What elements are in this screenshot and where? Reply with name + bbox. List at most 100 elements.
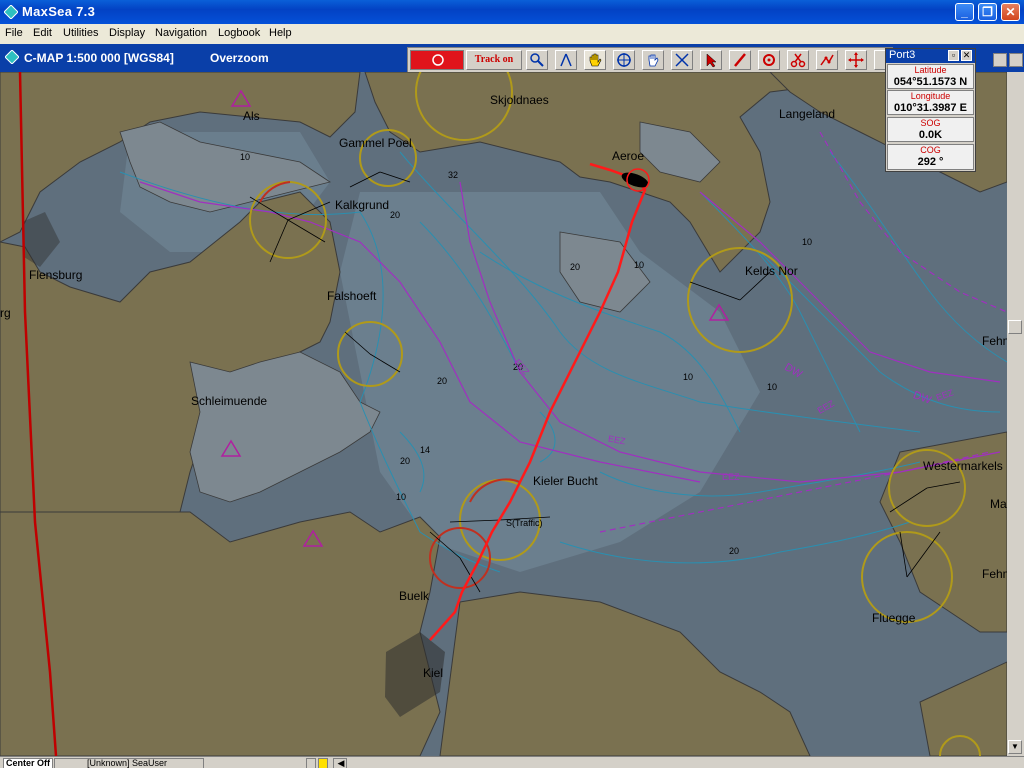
cog-cell: COG 292 °: [887, 144, 974, 170]
port3-close-button[interactable]: ✕: [961, 50, 972, 61]
close-button[interactable]: ✕: [1001, 3, 1020, 21]
track-on-button[interactable]: Track on: [466, 50, 522, 70]
label-kalkgrund: Kalkgrund: [335, 198, 390, 212]
port3-panel: Port3 ▫ ✕ Latitude 054°51.1573 N Longitu…: [885, 48, 976, 172]
move-icon: [848, 52, 864, 68]
scrollbar-thumb[interactable]: [1008, 320, 1022, 334]
menu-file[interactable]: File: [5, 27, 23, 39]
hand-icon: [589, 53, 602, 67]
label-falshoeft: Falshoeft: [327, 289, 377, 303]
menu-display[interactable]: Display: [109, 27, 145, 39]
label-ma: Ma: [990, 497, 1007, 511]
menu-utilities[interactable]: Utilities: [63, 27, 98, 39]
depth-10: 10: [240, 152, 251, 162]
app-icon: [4, 5, 18, 19]
record-button[interactable]: [410, 50, 464, 70]
sog-label: SOG: [920, 118, 941, 128]
port3-restore-button[interactable]: ▫: [948, 50, 959, 61]
port3-title: Port3: [889, 49, 916, 61]
scissors-icon: [790, 53, 806, 68]
route-button[interactable]: [671, 50, 693, 70]
latitude-cell: Latitude 054°51.1573 N: [887, 64, 974, 89]
menu-edit[interactable]: Edit: [33, 27, 52, 39]
mark-button[interactable]: [758, 50, 780, 70]
depth-10: 10: [683, 372, 694, 382]
label-fluegge: Fluegge: [872, 611, 916, 625]
minimize-button[interactable]: _: [955, 3, 974, 21]
depth-20: 20: [437, 376, 448, 386]
title-bar: MaxSea 7.3 _ ❐ ✕: [0, 0, 1024, 24]
move-button[interactable]: [845, 50, 867, 70]
magnifier-icon: [530, 53, 544, 67]
menu-navigation[interactable]: Navigation: [155, 27, 207, 39]
label-fehm-1: Fehm: [982, 334, 1007, 348]
depth-10: 10: [767, 382, 778, 392]
select-button[interactable]: [700, 50, 722, 70]
latitude-label: Latitude: [914, 65, 947, 75]
status-scroll-left[interactable]: ◀: [333, 758, 347, 768]
label-traffic: S(Traffic): [506, 518, 543, 528]
pencil-icon: [734, 53, 746, 67]
pan-hand-button[interactable]: [584, 50, 606, 70]
menu-logbook[interactable]: Logbook: [218, 27, 260, 39]
vertical-scrollbar[interactable]: ▼: [1007, 72, 1024, 756]
pencil-button[interactable]: [729, 50, 751, 70]
cog-label: COG: [920, 145, 941, 155]
dividers-icon: [560, 53, 572, 67]
depth-10: 10: [396, 492, 407, 502]
label-westermarkelsdorf: Westermarkels: [923, 459, 1003, 473]
cog-value: 292 °: [917, 156, 944, 168]
menu-help[interactable]: Help: [269, 27, 292, 39]
window-tile-button[interactable]: [993, 53, 1007, 67]
status-toggle-1[interactable]: [306, 758, 316, 768]
label-buelk: Buelk: [399, 589, 430, 603]
compass-button[interactable]: [555, 50, 577, 70]
chart-icon: [5, 50, 19, 64]
depth-20: 20: [390, 210, 401, 220]
label-fehm-2: Fehm: [982, 567, 1007, 581]
label-langeland: Langeland: [779, 107, 836, 121]
window-layout-button[interactable]: [1009, 53, 1023, 67]
chart-scale-title: C-MAP 1:500 000 [WGS84]: [24, 51, 174, 65]
cut-button[interactable]: [787, 50, 809, 70]
depth-20: 20: [570, 262, 581, 272]
status-bar: Center Off [Unknown] SeaUser ◀: [0, 756, 1024, 768]
label-schleimuende: Schleimuende: [191, 394, 268, 408]
latitude-value: 054°51.1573 N: [893, 76, 968, 88]
chart-canvas[interactable]: [0, 72, 1007, 756]
waypoints-icon: [820, 54, 834, 66]
label-gammel-poel: Gammel Poel: [339, 136, 412, 150]
depth-20: 20: [729, 546, 740, 556]
scroll-down-button[interactable]: ▼: [1008, 740, 1022, 754]
status-toggle-2[interactable]: [318, 758, 328, 768]
record-icon: [432, 54, 444, 66]
label-skjoldnaes: Skjoldnaes: [490, 93, 549, 107]
cross-arrows-icon: [675, 53, 689, 67]
sog-cell: SOG 0.0K: [887, 117, 974, 142]
overzoom-label: Overzoom: [210, 51, 269, 65]
label-kieler-bucht: Kieler Bucht: [533, 474, 598, 488]
depth-14: 14: [420, 445, 431, 455]
longitude-cell: Longitude 010°31.3987 E: [887, 90, 974, 115]
label-kelds-nor: Kelds Nor: [745, 264, 798, 278]
center-off-button[interactable]: Center Off: [3, 758, 53, 768]
port3-titlebar[interactable]: Port3 ▫ ✕: [886, 49, 975, 63]
waypoint-button[interactable]: [816, 50, 838, 70]
zoom-button[interactable]: [526, 50, 548, 70]
depth-32: 32: [448, 170, 459, 180]
longitude-value: 010°31.3987 E: [894, 102, 967, 114]
grab-icon: [648, 54, 659, 67]
label-als: Als: [243, 109, 260, 123]
restore-button[interactable]: ❐: [978, 3, 997, 21]
depth-10: 10: [802, 237, 813, 247]
mark-icon: [763, 54, 775, 66]
menu-bar: File Edit Utilities Display Navigation L…: [0, 24, 1024, 44]
longitude-label: Longitude: [910, 91, 951, 101]
drag-button[interactable]: [642, 50, 664, 70]
label-aeroe: Aeroe: [612, 149, 645, 163]
pointer-icon: [706, 53, 717, 68]
depth-20: 20: [400, 456, 411, 466]
center-button[interactable]: [613, 50, 635, 70]
chart-map[interactable]: Als Skjoldnaes Langeland Gammel Poel Aer…: [0, 72, 1007, 756]
user-status: [Unknown] SeaUser: [54, 758, 204, 768]
